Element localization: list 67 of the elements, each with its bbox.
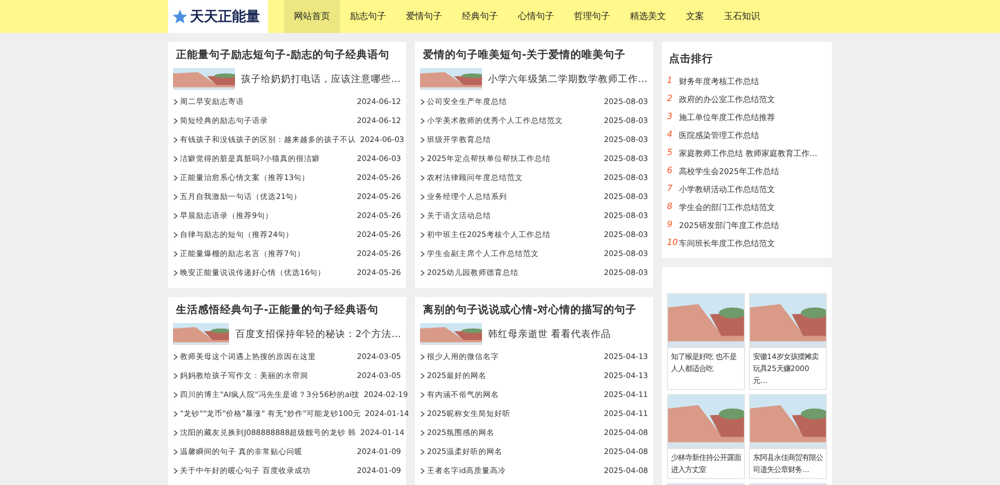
chevron-icon (173, 232, 178, 238)
chevron-icon (420, 270, 425, 276)
chevron-icon (420, 392, 425, 398)
nav-tab[interactable]: 心情句子 (508, 0, 564, 33)
rank-number: 6 (667, 166, 674, 176)
chevron-icon (173, 98, 178, 104)
ranking-title: 点击排行 (669, 52, 714, 66)
chevron-icon (420, 118, 425, 124)
section-title: 生活感悟经典句子-正能量的句子经典语句 (176, 303, 380, 317)
chevron-icon (173, 392, 178, 398)
star-icon (172, 8, 188, 24)
featured-article-link[interactable]: 韩红母亲逝世 看看代表作品 (488, 328, 612, 340)
chevron-icon (173, 174, 178, 180)
chevron-icon (173, 270, 178, 276)
chevron-icon (420, 98, 425, 104)
photo-placeholder (420, 323, 482, 345)
section-title: 正能量句子励志短句子-励志的句子经典语句 (176, 48, 390, 62)
nav-tab[interactable]: 文案 (676, 0, 714, 33)
chevron-icon (420, 194, 425, 200)
chevron-icon (173, 136, 178, 142)
chevron-icon (420, 430, 425, 436)
photo-placeholder (173, 68, 235, 90)
chevron-icon (420, 354, 425, 360)
rank-number: 3 (667, 112, 674, 122)
photo-placeholder (173, 323, 230, 345)
featured-article-link[interactable]: 孩子给奶奶打电话，应该注意哪些… (241, 72, 400, 86)
chevron-icon (173, 156, 178, 162)
chevron-icon (173, 194, 178, 200)
chevron-icon (420, 212, 425, 218)
nav-tab[interactable]: 玉石知识 (714, 0, 770, 33)
rank-number: 10 (667, 238, 679, 248)
nav-tab[interactable]: 经典句子 (452, 0, 508, 33)
featured-article-link[interactable]: 小学六年级第二学期数学教师工作… (488, 72, 648, 86)
nav-tab[interactable]: 爱情句子 (396, 0, 452, 33)
chevron-icon (173, 468, 178, 474)
chevron-icon (173, 212, 178, 218)
chevron-icon (420, 448, 425, 454)
chevron-icon (420, 136, 425, 142)
chevron-icon (420, 410, 425, 416)
chevron-icon (173, 354, 178, 360)
rank-number: 2 (667, 94, 674, 104)
chevron-icon (420, 156, 425, 162)
section-title: 爱情的句子唯美短句-关于爱情的唯美句子 (423, 48, 626, 62)
chevron-icon (173, 118, 178, 124)
chevron-icon (420, 232, 425, 238)
chevron-icon (173, 448, 178, 454)
chevron-icon (420, 372, 425, 378)
chevron-icon (420, 468, 425, 474)
featured-article-link[interactable]: 百度支招保持年轻的秘诀：2个方法… (235, 328, 401, 340)
section-title: 离别的句子说说或心情-对心情的描写的句子 (423, 303, 638, 317)
photo-placeholder (420, 68, 482, 90)
nav-tab[interactable]: 网站首页 (284, 0, 340, 33)
rank-number: 8 (667, 202, 674, 212)
chevron-icon (173, 372, 178, 378)
rank-number: 7 (667, 184, 674, 194)
nav-tab[interactable]: 励志句子 (340, 0, 396, 33)
chevron-icon (420, 174, 425, 180)
rank-number: 9 (667, 220, 674, 230)
nav-tab[interactable]: 精选美文 (620, 0, 676, 33)
chevron-icon (173, 430, 178, 436)
rank-number: 1 (667, 76, 674, 86)
chevron-icon (173, 410, 178, 416)
chevron-icon (420, 250, 425, 256)
chevron-icon (173, 250, 178, 256)
rank-number: 4 (667, 130, 674, 140)
rank-number: 5 (667, 148, 674, 158)
nav-tab[interactable]: 哲理句子 (564, 0, 620, 33)
